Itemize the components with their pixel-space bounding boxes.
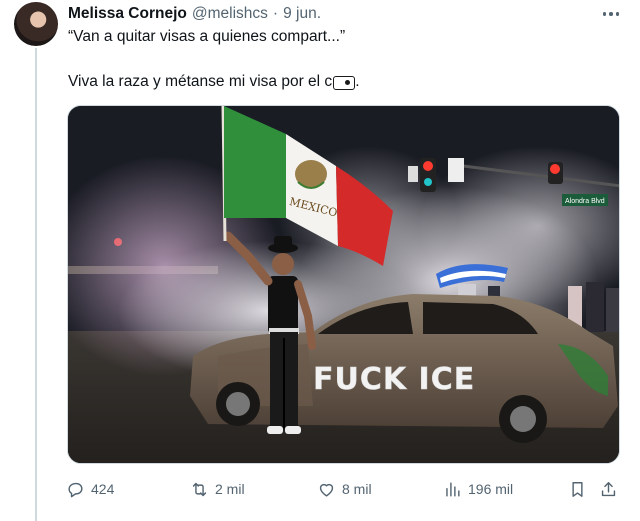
tweet-text-line-1: “Van a quitar visas a quienes compart...… bbox=[68, 28, 346, 45]
like-count: 8 mil bbox=[342, 481, 372, 497]
like-button[interactable]: 8 mil bbox=[317, 478, 372, 500]
views-button[interactable]: 196 mil bbox=[443, 478, 513, 500]
tweet-date[interactable]: 9 jun. bbox=[283, 5, 321, 23]
user-handle[interactable]: @melishcs bbox=[192, 5, 268, 23]
repost-count: 2 mil bbox=[215, 481, 245, 497]
repost-icon bbox=[192, 482, 207, 496]
thread-line bbox=[35, 48, 37, 521]
protest-photo: Alondra Blvd FUCK ICE MEXICO bbox=[68, 106, 619, 463]
views-count: 196 mil bbox=[468, 481, 514, 497]
heart-icon bbox=[319, 483, 334, 497]
separator-dot: · bbox=[272, 5, 279, 22]
bookmark-button[interactable] bbox=[568, 478, 587, 500]
reply-button[interactable]: 424 bbox=[66, 478, 114, 500]
tweet-header: Melissa Cornejo @melishcs · 9 jun. bbox=[68, 4, 321, 24]
avatar[interactable] bbox=[14, 2, 58, 46]
more-options-icon[interactable] bbox=[600, 6, 622, 22]
reply-count: 424 bbox=[91, 481, 115, 497]
graffiti-text: FUCK ICE bbox=[313, 362, 475, 397]
repost-button[interactable]: 2 mil bbox=[190, 478, 245, 500]
tweet-text: “Van a quitar visas a quienes compart...… bbox=[68, 27, 608, 92]
reply-icon bbox=[68, 482, 83, 497]
bookmark-icon bbox=[572, 481, 583, 497]
tweet-text-line-2-main: Viva la raza y métanse mi visa por el c bbox=[68, 73, 333, 90]
tweet-image[interactable]: Alondra Blvd FUCK ICE MEXICO bbox=[67, 105, 620, 464]
street-sign-text: Alondra Blvd bbox=[565, 198, 605, 205]
share-icon bbox=[601, 481, 616, 496]
views-chart-icon bbox=[446, 481, 460, 497]
display-name[interactable]: Melissa Cornejo bbox=[68, 5, 187, 23]
avatar-ring bbox=[14, 2, 58, 46]
tweet-actions: 424 2 mil 8 mil 196 mil bbox=[66, 478, 626, 500]
tweet-text-line-2-end: . bbox=[355, 73, 360, 90]
share-button[interactable] bbox=[599, 478, 618, 500]
censored-emoji-icon bbox=[333, 76, 356, 90]
tweet-text-line-2: Viva la raza y métanse mi visa por el c … bbox=[68, 72, 608, 92]
